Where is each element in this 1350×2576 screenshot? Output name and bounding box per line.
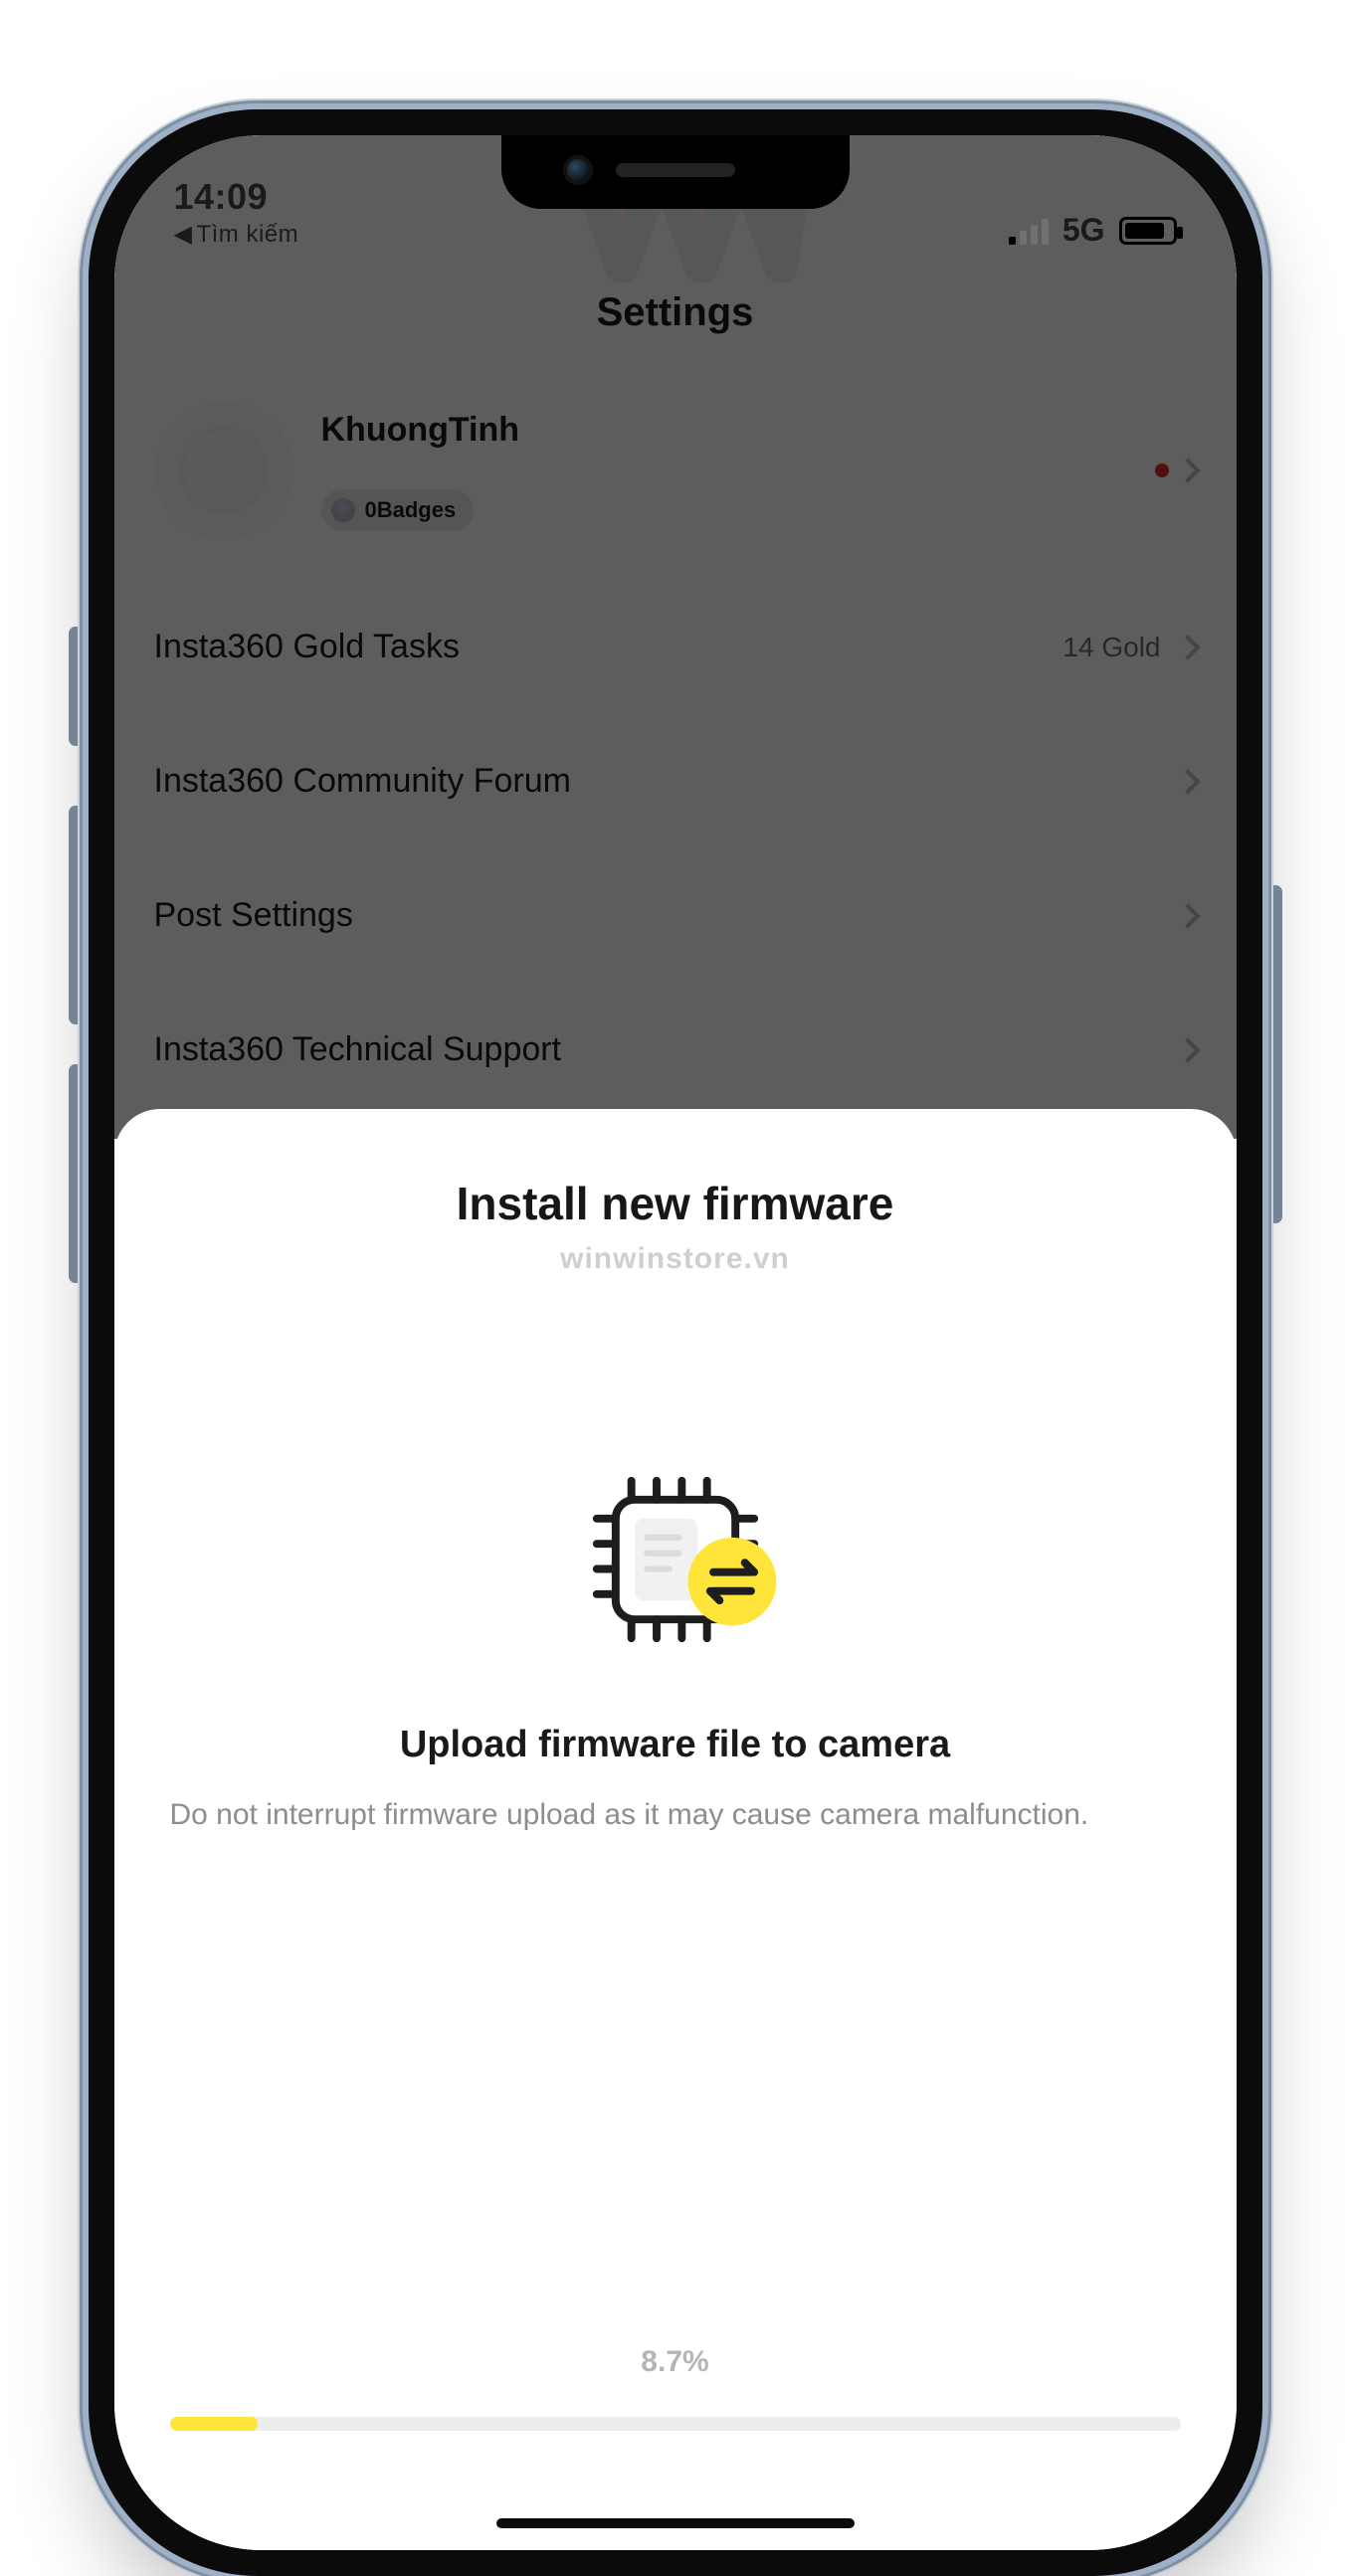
status-time: 14:09 <box>174 176 299 218</box>
badge-icon <box>331 498 355 522</box>
notification-dot-icon <box>1155 463 1169 477</box>
settings-item-post-settings[interactable]: Post Settings <box>154 848 1197 983</box>
screen: 14:09 ◀ Tìm kiếm 5G <box>114 135 1237 2550</box>
power-button <box>1268 885 1282 1223</box>
upload-title: Upload firmware file to camera <box>170 1724 1181 1766</box>
progress-fill <box>170 2417 258 2431</box>
profile-row[interactable]: KhuongTinh 0Badges <box>154 383 1197 580</box>
badges-label: 0Badges <box>365 497 457 523</box>
back-chevron-icon: ◀ <box>174 220 193 249</box>
volume-down-button <box>69 1064 83 1283</box>
watermark-text: winwinstore.vn <box>170 1242 1181 1276</box>
network-label: 5G <box>1062 212 1105 249</box>
modal-title: Install new firmware <box>170 1177 1181 1230</box>
notch <box>501 135 850 209</box>
chevron-right-icon <box>1175 458 1200 482</box>
upload-description: Do not interrupt firmware upload as it m… <box>170 1792 1181 1839</box>
chevron-right-icon <box>1175 635 1200 659</box>
upload-progress: 8.7% <box>170 2345 1181 2431</box>
progress-bar <box>170 2417 1181 2431</box>
settings-item-gold-tasks[interactable]: Insta360 Gold Tasks 14 Gold <box>154 580 1197 714</box>
mute-switch <box>69 627 83 746</box>
chip-transfer-icon <box>170 1465 1181 1654</box>
settings-item-label: Insta360 Technical Support <box>154 1030 562 1069</box>
home-indicator[interactable] <box>496 2518 855 2528</box>
progress-percent-label: 8.7% <box>170 2345 1181 2379</box>
back-to-search[interactable]: ◀ Tìm kiếm <box>174 220 299 249</box>
settings-item-label: Insta360 Gold Tasks <box>154 628 460 666</box>
page-title: Settings <box>154 290 1197 335</box>
chevron-right-icon <box>1175 903 1200 928</box>
chevron-right-icon <box>1175 769 1200 794</box>
settings-item-community-forum[interactable]: Insta360 Community Forum <box>154 714 1197 848</box>
volume-up-button <box>69 806 83 1024</box>
settings-page: 14:09 ◀ Tìm kiếm 5G <box>114 135 1237 1139</box>
signal-bars-icon <box>1009 217 1049 245</box>
settings-item-value: 14 Gold <box>1062 632 1160 663</box>
battery-icon <box>1119 217 1177 245</box>
phone-frame: 14:09 ◀ Tìm kiếm 5G <box>89 109 1262 2576</box>
chevron-right-icon <box>1175 1037 1200 1062</box>
badges-chip[interactable]: 0Badges <box>321 489 475 531</box>
avatar <box>154 401 293 540</box>
install-firmware-modal: Install new firmware winwinstore.vn <box>114 1109 1237 2550</box>
profile-name: KhuongTinh <box>321 411 1127 450</box>
back-label: Tìm kiếm <box>196 221 298 249</box>
settings-item-label: Insta360 Community Forum <box>154 762 572 801</box>
settings-item-label: Post Settings <box>154 896 353 935</box>
